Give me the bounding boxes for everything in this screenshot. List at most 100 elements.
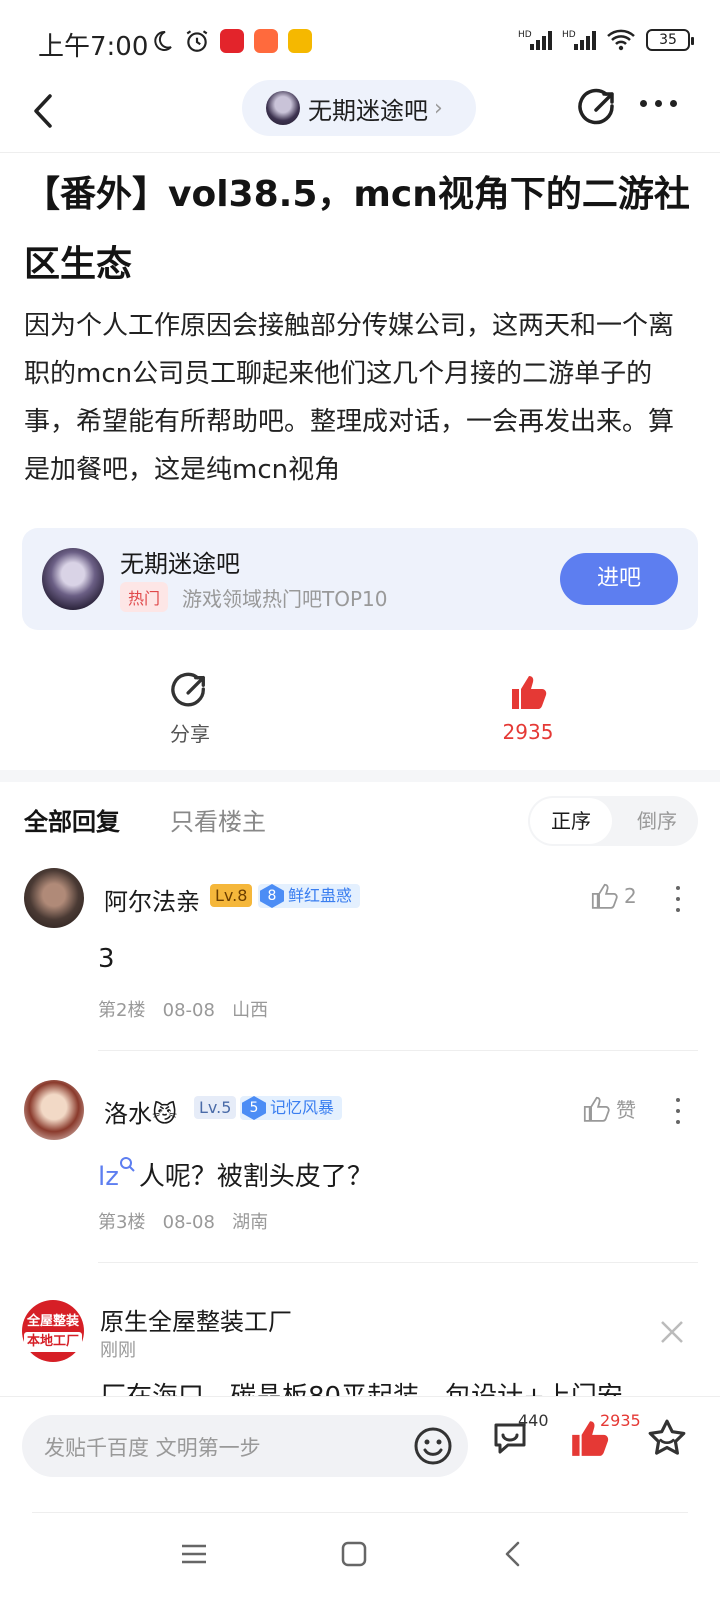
forum-card-avatar xyxy=(42,548,104,610)
post-body: 因为个人工作原因会接触部分传媒公司，这两天和一个离职的mcn公司员工聊起来他们这… xyxy=(24,311,675,485)
moon-icon xyxy=(154,30,172,51)
enter-forum-button[interactable]: 进吧 xyxy=(560,553,678,605)
reply-location: 山西 xyxy=(232,1000,269,1021)
reply-like-label: 赞 xyxy=(616,1098,636,1122)
ad-text: 厂在海口，碳晶板80平起装，包设计+上门安 xyxy=(100,1376,623,1396)
app-notification-icon xyxy=(220,29,244,53)
reply-more-button[interactable] xyxy=(676,886,680,912)
ad-logo-line1: 全屋整装 xyxy=(26,1314,79,1329)
reply-username[interactable]: 洛水😼 xyxy=(104,1094,177,1129)
dot xyxy=(655,100,662,107)
reply-like-button[interactable]: 2 xyxy=(590,882,637,910)
level-badge: Lv.5 xyxy=(194,1096,237,1119)
chevron-right-icon: › xyxy=(434,95,443,121)
status-icons-left xyxy=(150,28,312,54)
avatar[interactable] xyxy=(24,868,84,928)
emoji-icon[interactable] xyxy=(412,1425,454,1467)
share-icon xyxy=(171,672,205,707)
reply-text: 人呢？被割头皮了？ xyxy=(138,1162,373,1192)
status-bar: 上午7:00 HD HD 35 xyxy=(0,0,720,80)
reply-location: 湖南 xyxy=(232,1212,269,1233)
svg-text:HD: HD xyxy=(518,30,532,40)
badge-number: 8 xyxy=(260,884,284,908)
svg-text:HD: HD xyxy=(562,30,576,40)
reply-input[interactable]: 发贴千百度 文明第一步 xyxy=(22,1415,468,1477)
sort-desc-button[interactable]: 倒序 xyxy=(618,798,696,844)
dot xyxy=(670,100,677,107)
like-count: 2935 xyxy=(600,1411,641,1430)
post-title: 【番外】vol38.5，mcn视角下的二游社区生态 xyxy=(24,174,690,285)
sort-asc-button[interactable]: 正序 xyxy=(530,798,612,844)
member-badge: 5 记忆风暴 xyxy=(240,1096,343,1120)
forum-rank-text: 游戏领域热门吧TOP10 xyxy=(182,587,388,611)
hot-tag: 热门 xyxy=(120,582,169,612)
badge-number: 5 xyxy=(242,1096,266,1120)
level-badge: Lv.8 xyxy=(210,884,253,907)
app-notification-icon xyxy=(254,29,278,53)
reply-floor: 第3楼 xyxy=(98,1212,146,1233)
reply-meta: 第3楼 08-08 湖南 xyxy=(98,1208,268,1234)
divider xyxy=(98,1050,698,1051)
reply-date: 08-08 xyxy=(162,1212,215,1233)
back-icon[interactable] xyxy=(500,1540,528,1568)
forum-card-name: 无期迷途吧 xyxy=(120,550,240,578)
favorite-button[interactable] xyxy=(646,1417,688,1463)
divider xyxy=(0,152,720,153)
divider xyxy=(98,1262,698,1263)
status-icons-right: HD HD 35 xyxy=(518,28,694,52)
ad-item[interactable]: 全屋整装 本地工厂 原生全屋整装工厂 刚刚 厂在海口，碳晶板80平起装，包设计+… xyxy=(0,1296,720,1396)
app-notification-icon xyxy=(288,29,312,53)
badge-text: 鲜红蛊惑 xyxy=(288,886,353,905)
share-icon xyxy=(578,88,614,125)
thumbs-up-icon xyxy=(591,883,618,909)
ad-time: 刚刚 xyxy=(100,1340,136,1361)
battery-indicator: 35 xyxy=(646,29,694,51)
back-arrow-icon xyxy=(34,94,52,128)
reply-meta: 第2楼 08-08 山西 xyxy=(98,996,268,1022)
reply-floor: 第2楼 xyxy=(98,1000,146,1021)
reply-like-count: 2 xyxy=(624,884,637,908)
divider xyxy=(32,1512,688,1513)
forum-avatar xyxy=(266,91,300,125)
more-options-button[interactable] xyxy=(640,100,677,107)
reply-more-button[interactable] xyxy=(676,1098,680,1124)
avatar[interactable] xyxy=(24,1080,84,1140)
menu-icon[interactable] xyxy=(180,1540,208,1568)
mention-lz[interactable]: lz xyxy=(98,1162,119,1192)
share-label: 分享 xyxy=(170,722,210,746)
back-button[interactable] xyxy=(28,86,68,136)
tab-op-only[interactable]: 只看楼主 xyxy=(170,802,266,837)
thumbs-up-icon xyxy=(583,1096,610,1122)
badge-text: 记忆风暴 xyxy=(270,1098,335,1117)
ad-logo: 全屋整装 本地工厂 xyxy=(22,1300,84,1362)
ad-title: 原生全屋整装工厂 xyxy=(100,1308,292,1336)
username-text: 洛水 xyxy=(104,1100,152,1128)
member-badge: 8 鲜红蛊惑 xyxy=(258,884,361,908)
like-count: 2935 xyxy=(502,720,554,744)
alarm-icon xyxy=(186,30,208,52)
forum-card[interactable]: 无期迷途吧 热门 游戏领域热门吧TOP10 进吧 xyxy=(22,528,698,630)
reply-input-placeholder: 发贴千百度 文明第一步 xyxy=(44,1436,261,1460)
section-divider xyxy=(0,770,720,782)
status-time: 上午7:00 xyxy=(38,32,149,62)
like-action[interactable]: 2935 xyxy=(488,672,568,744)
forum-link-pill[interactable]: 无期迷途吧 › xyxy=(242,80,476,136)
share-action[interactable]: 分享 xyxy=(150,672,230,747)
search-icon xyxy=(119,1157,135,1172)
wifi-icon xyxy=(607,29,635,51)
reply-content: 3 xyxy=(98,944,115,974)
star-icon xyxy=(648,1419,686,1455)
sort-toggle: 正序 倒序 xyxy=(528,796,698,846)
close-icon xyxy=(661,1321,683,1343)
ad-logo-line2: 本地工厂 xyxy=(23,1332,82,1352)
reply-content: lz 人呢？被割头皮了？ xyxy=(98,1156,373,1193)
ad-close-button[interactable] xyxy=(656,1316,688,1348)
share-button[interactable] xyxy=(578,88,618,132)
cell-signal-icon: HD xyxy=(562,30,596,50)
home-icon[interactable] xyxy=(340,1540,368,1568)
cat-emoji-icon: 😼 xyxy=(152,1100,178,1128)
tab-all-replies[interactable]: 全部回复 xyxy=(24,802,120,837)
reply-date: 08-08 xyxy=(162,1000,215,1021)
reply-username[interactable]: 阿尔法亲 xyxy=(104,882,200,917)
reply-like-button[interactable]: 赞 xyxy=(582,1094,636,1123)
